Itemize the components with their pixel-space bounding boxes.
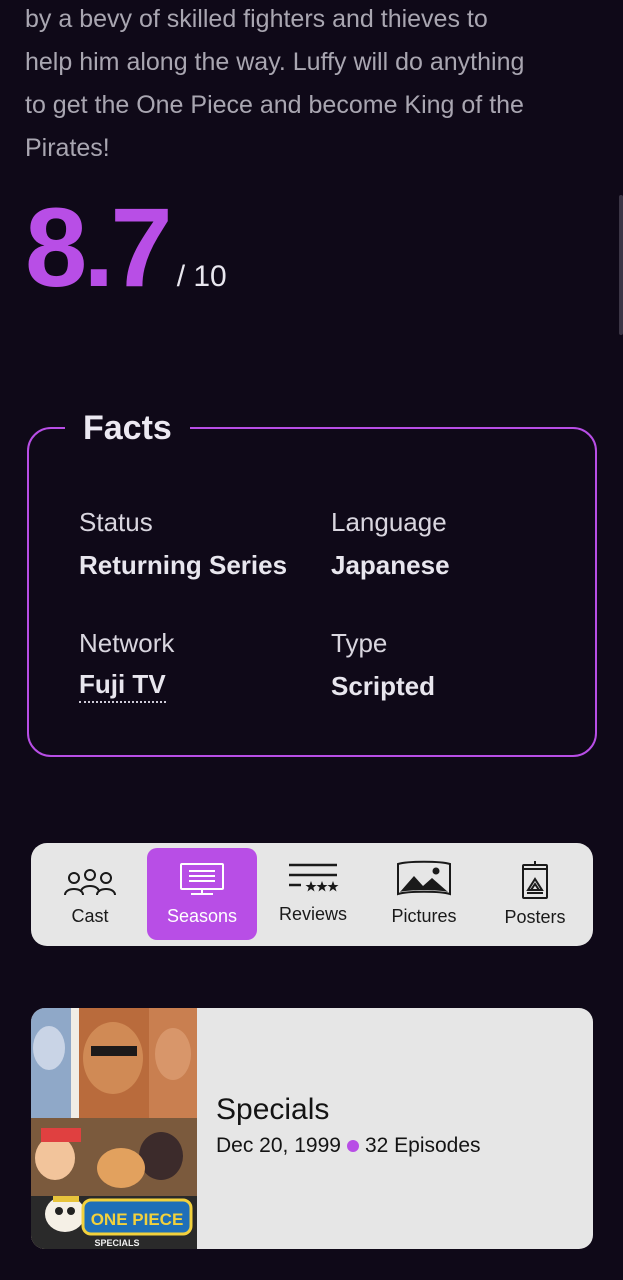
reviews-stars-icon [289,863,339,892]
tab-label: Reviews [278,904,348,924]
fact-label: Type [331,628,388,658]
tv-list-icon [180,863,224,895]
separator-dot [346,1140,359,1152]
overview-line: by a bevy of skilled fighters and thieve… [25,5,488,33]
rating: 8.7 / 10 [25,192,227,304]
fact-label: Language [331,507,447,537]
media-tab-bar: Cast Seasons Reviews Pictures Posters [31,843,593,946]
overview-line: to get the One Piece and become King of … [25,91,524,119]
fact-value: Scripted [331,671,436,701]
tab-label: Pictures [391,906,457,926]
fact-label: Status [79,507,153,537]
fact-type: Type Scripted [331,626,435,703]
fact-label: Network [79,628,175,658]
people-icon [64,869,116,896]
season-poster: ONE PIECE SPECIALS [31,1008,197,1249]
rating-value: 8.7 [25,185,173,310]
poster-logo-text: ONE PIECE [91,1210,184,1229]
season-card-specials[interactable]: ONE PIECE SPECIALS Specials Dec 20, 1999… [31,1008,593,1249]
season-meta: Dec 20, 1999 32 Episodes [216,1133,481,1159]
tab-posters[interactable]: Posters [480,848,590,940]
tab-cast[interactable]: Cast [35,848,145,940]
overview-text: by a bevy of skilled fighters and thieve… [25,0,605,170]
fact-language: Language Japanese [331,505,450,582]
tab-label: Posters [504,907,566,927]
overview-line: Pirates! [25,134,110,162]
fact-value: Japanese [331,550,450,580]
tab-label: Seasons [166,906,238,926]
scrollbar[interactable] [619,195,623,335]
fact-status: Status Returning Series [79,505,287,582]
landscape-picture-icon [397,860,451,896]
poster-icon [522,861,548,899]
season-name: Specials [216,1093,330,1126]
facts-panel: Facts Status Returning Series Language J… [27,402,597,757]
season-episode-count: 32 Episodes [364,1134,481,1157]
fact-network: Network Fuji TV [79,626,174,703]
tab-label: Cast [71,906,109,926]
overview-line: help him along the way. Luffy will do an… [25,48,525,76]
rating-max: / 10 [176,260,227,293]
tab-reviews[interactable]: Reviews [258,848,368,940]
poster-caption: SPECIALS [94,1238,139,1248]
tab-seasons[interactable]: Seasons [147,848,257,940]
tab-pictures[interactable]: Pictures [369,848,479,940]
fact-value: Returning Series [79,550,288,580]
network-link[interactable]: Fuji TV [79,669,166,703]
facts-title: Facts [65,402,190,454]
season-air-date: Dec 20, 1999 [216,1134,341,1157]
